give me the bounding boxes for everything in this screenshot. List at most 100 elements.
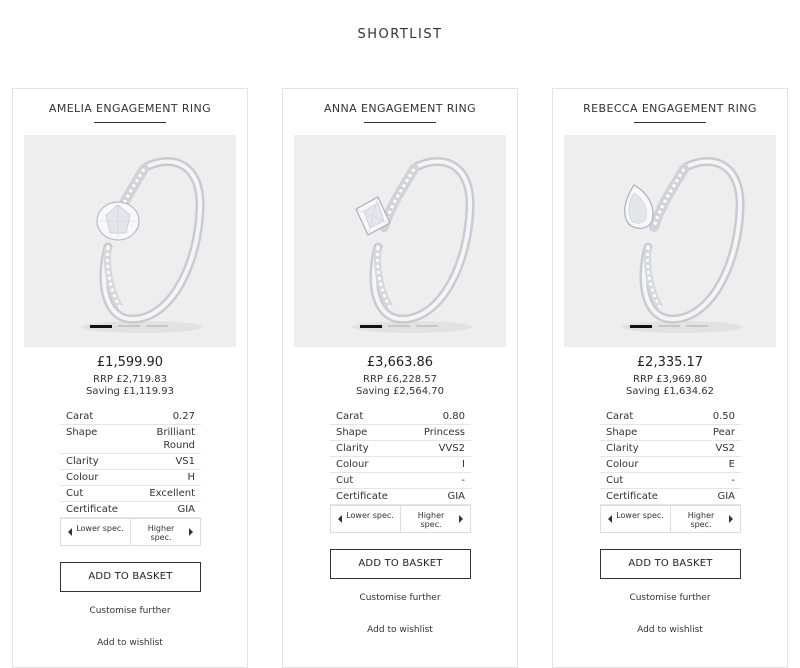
product-price: £1,599.90 [96, 355, 164, 370]
higher-spec-label: Higher spec. [687, 511, 715, 529]
add-to-basket-button[interactable]: ADD TO BASKET [330, 549, 471, 579]
higher-spec-label: Higher spec. [147, 524, 175, 542]
product-card: AMELIA ENGAGEMENT RING £1,599.90 RRP £2,71… [12, 88, 248, 668]
spec-row: Clarity VS1 [60, 454, 201, 470]
spec-row: Colour I [330, 457, 471, 473]
spec-label: Shape [66, 427, 98, 438]
spec-navigator: Lower spec. Higher spec. [60, 518, 201, 546]
rrp-price: RRP £2,719.83 [93, 374, 167, 385]
product-image[interactable] [564, 135, 776, 347]
spec-value: GIA [177, 504, 195, 515]
spec-row: Colour E [600, 457, 741, 473]
spec-label: Cut [66, 488, 84, 499]
add-to-wishlist-link[interactable]: Add to wishlist [553, 625, 787, 635]
saving-amount: Saving £1,119.93 [86, 386, 174, 397]
carousel-dot[interactable] [90, 325, 112, 328]
spec-row: Colour H [60, 470, 201, 486]
spec-label: Carat [606, 411, 634, 422]
chevron-left-icon [68, 528, 72, 536]
carousel-dot[interactable] [118, 325, 140, 327]
spec-navigator: Lower spec. Higher spec. [600, 505, 741, 533]
spec-label: Colour [66, 472, 99, 483]
spec-value: 0.80 [442, 411, 465, 422]
title-divider [364, 122, 436, 123]
spec-row: Shape Brilliant Round [60, 425, 201, 454]
spec-value: 0.27 [172, 411, 195, 422]
lower-spec-label: Lower spec. [346, 511, 394, 520]
higher-spec-button[interactable]: Higher spec. [400, 506, 470, 532]
higher-spec-button[interactable]: Higher spec. [670, 506, 740, 532]
product-title[interactable]: AMELIA ENGAGEMENT RING [13, 102, 247, 115]
spec-row: Cut Excellent [60, 486, 201, 502]
spec-row: Cut - [330, 473, 471, 489]
lower-spec-label: Lower spec. [76, 524, 124, 533]
product-card: REBECCA ENGAGEMENT RING £2,335.17 RRP £3,9… [552, 88, 788, 668]
carousel-dot[interactable] [630, 325, 652, 328]
carousel-dots [630, 325, 710, 329]
carousel-dot[interactable] [686, 325, 708, 327]
add-to-wishlist-link[interactable]: Add to wishlist [283, 625, 517, 635]
spec-navigator: Lower spec. Higher spec. [330, 505, 471, 533]
spec-row: Carat 0.50 [600, 409, 741, 425]
spec-value: Princess [423, 427, 465, 438]
title-divider [94, 122, 166, 123]
carousel-dot[interactable] [416, 325, 438, 327]
spec-table: Carat 0.27 Shape Brilliant Round Clarity VS1 C… [60, 409, 201, 546]
customise-further-link[interactable]: Customise further [283, 593, 517, 603]
spec-value: E [728, 459, 735, 470]
spec-row: Clarity VVS2 [330, 441, 471, 457]
spec-table: Carat 0.80 Shape Princess Clarity VVS2 Colour I… [330, 409, 471, 533]
lower-spec-button[interactable]: Lower spec. [331, 506, 401, 532]
spec-value: VS1 [175, 456, 195, 467]
spec-value: GIA [447, 491, 465, 502]
spec-value: I [462, 459, 465, 470]
chevron-right-icon [729, 515, 733, 523]
spec-row: Cut - [600, 473, 741, 489]
customise-further-link[interactable]: Customise further [13, 606, 247, 616]
spec-label: Clarity [336, 443, 369, 454]
add-to-basket-button[interactable]: ADD TO BASKET [600, 549, 741, 579]
spec-row: Shape Princess [330, 425, 471, 441]
carousel-dot[interactable] [388, 325, 410, 327]
carousel-dot[interactable] [658, 325, 680, 327]
spec-row: Certificate GIA [330, 489, 471, 505]
higher-spec-button[interactable]: Higher spec. [130, 519, 200, 545]
spec-row: Certificate GIA [60, 502, 201, 518]
add-to-basket-button[interactable]: ADD TO BASKET [60, 562, 201, 592]
higher-spec-label: Higher spec. [417, 511, 445, 529]
spec-row: Shape Pear [600, 425, 741, 441]
spec-row: Carat 0.80 [330, 409, 471, 425]
rrp-price: RRP £3,969.80 [633, 374, 707, 385]
spec-label: Colour [336, 459, 369, 470]
saving-amount: Saving £1,634.62 [626, 386, 714, 397]
carousel-dot[interactable] [146, 325, 168, 327]
product-price: £2,335.17 [636, 355, 704, 370]
add-to-wishlist-link[interactable]: Add to wishlist [13, 638, 247, 648]
product-title[interactable]: REBECCA ENGAGEMENT RING [553, 102, 787, 115]
spec-label: Carat [66, 411, 94, 422]
customise-further-link[interactable]: Customise further [553, 593, 787, 603]
product-image[interactable] [294, 135, 506, 347]
lower-spec-button[interactable]: Lower spec. [601, 506, 671, 532]
spec-label: Clarity [66, 456, 99, 467]
spec-value: - [461, 475, 465, 486]
spec-value: Brilliant Round [156, 427, 195, 451]
product-image[interactable] [24, 135, 236, 347]
spec-value: H [187, 472, 195, 483]
product-price: £3,663.86 [366, 355, 434, 370]
saving-amount: Saving £2,564.70 [356, 386, 444, 397]
spec-value: GIA [717, 491, 735, 502]
lower-spec-button[interactable]: Lower spec. [61, 519, 131, 545]
spec-label: Certificate [336, 491, 388, 502]
spec-value: Pear [712, 427, 735, 438]
chevron-right-icon [189, 528, 193, 536]
chevron-right-icon [459, 515, 463, 523]
spec-row: Clarity VS2 [600, 441, 741, 457]
spec-row: Carat 0.27 [60, 409, 201, 425]
spec-label: Cut [336, 475, 354, 486]
spec-value: VS2 [715, 443, 735, 454]
spec-label: Carat [336, 411, 364, 422]
spec-label: Cut [606, 475, 624, 486]
carousel-dot[interactable] [360, 325, 382, 328]
product-title[interactable]: ANNA ENGAGEMENT RING [283, 102, 517, 115]
